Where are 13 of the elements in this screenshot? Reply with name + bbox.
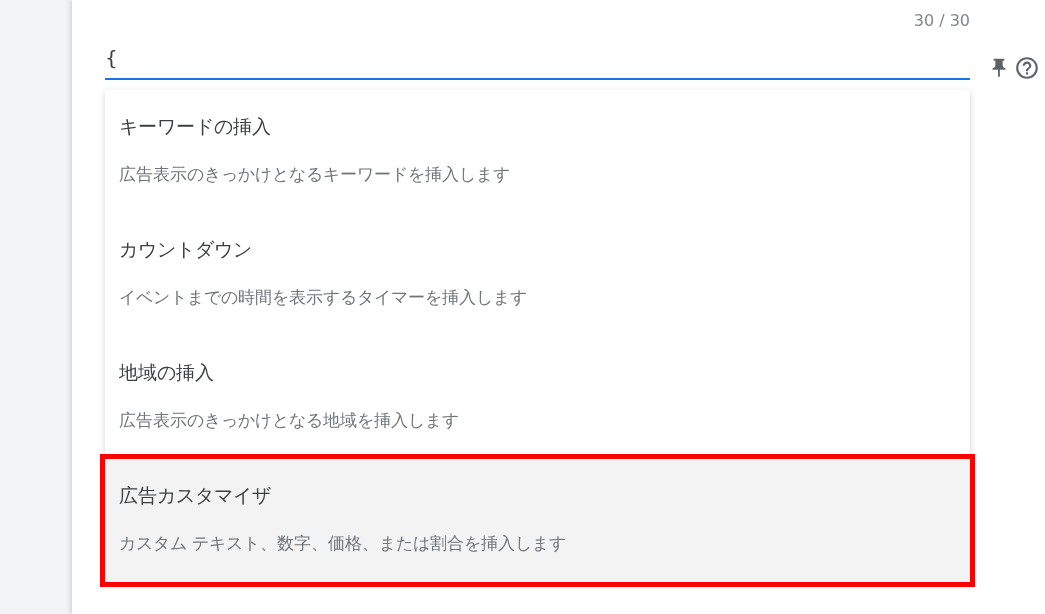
- character-counter: 30 / 30: [913, 10, 970, 32]
- menu-item[interactable]: カウントダウン イベントまでの時間を表示するタイマーを挿入します: [105, 213, 970, 336]
- item-title: 広告カスタマイザ: [119, 483, 272, 508]
- item-title: カウントダウン: [119, 237, 253, 262]
- menu-item[interactable]: キーワードの挿入 広告表示のきっかけとなるキーワードを挿入します: [105, 90, 970, 213]
- item-description: カスタム テキスト、数字、価格、または割合を挿入します: [119, 532, 568, 555]
- input-field[interactable]: {: [105, 38, 970, 80]
- item-title: 地域の挿入: [119, 360, 215, 385]
- help-icon[interactable]: [1014, 55, 1040, 81]
- item-description: イベントまでの時間を表示するタイマーを挿入します: [119, 286, 528, 309]
- item-title: キーワードの挿入: [119, 114, 272, 139]
- item-description: 広告表示のきっかけとなる地域を挿入します: [119, 409, 460, 432]
- item-description: 広告表示のきっかけとなるキーワードを挿入します: [119, 163, 511, 186]
